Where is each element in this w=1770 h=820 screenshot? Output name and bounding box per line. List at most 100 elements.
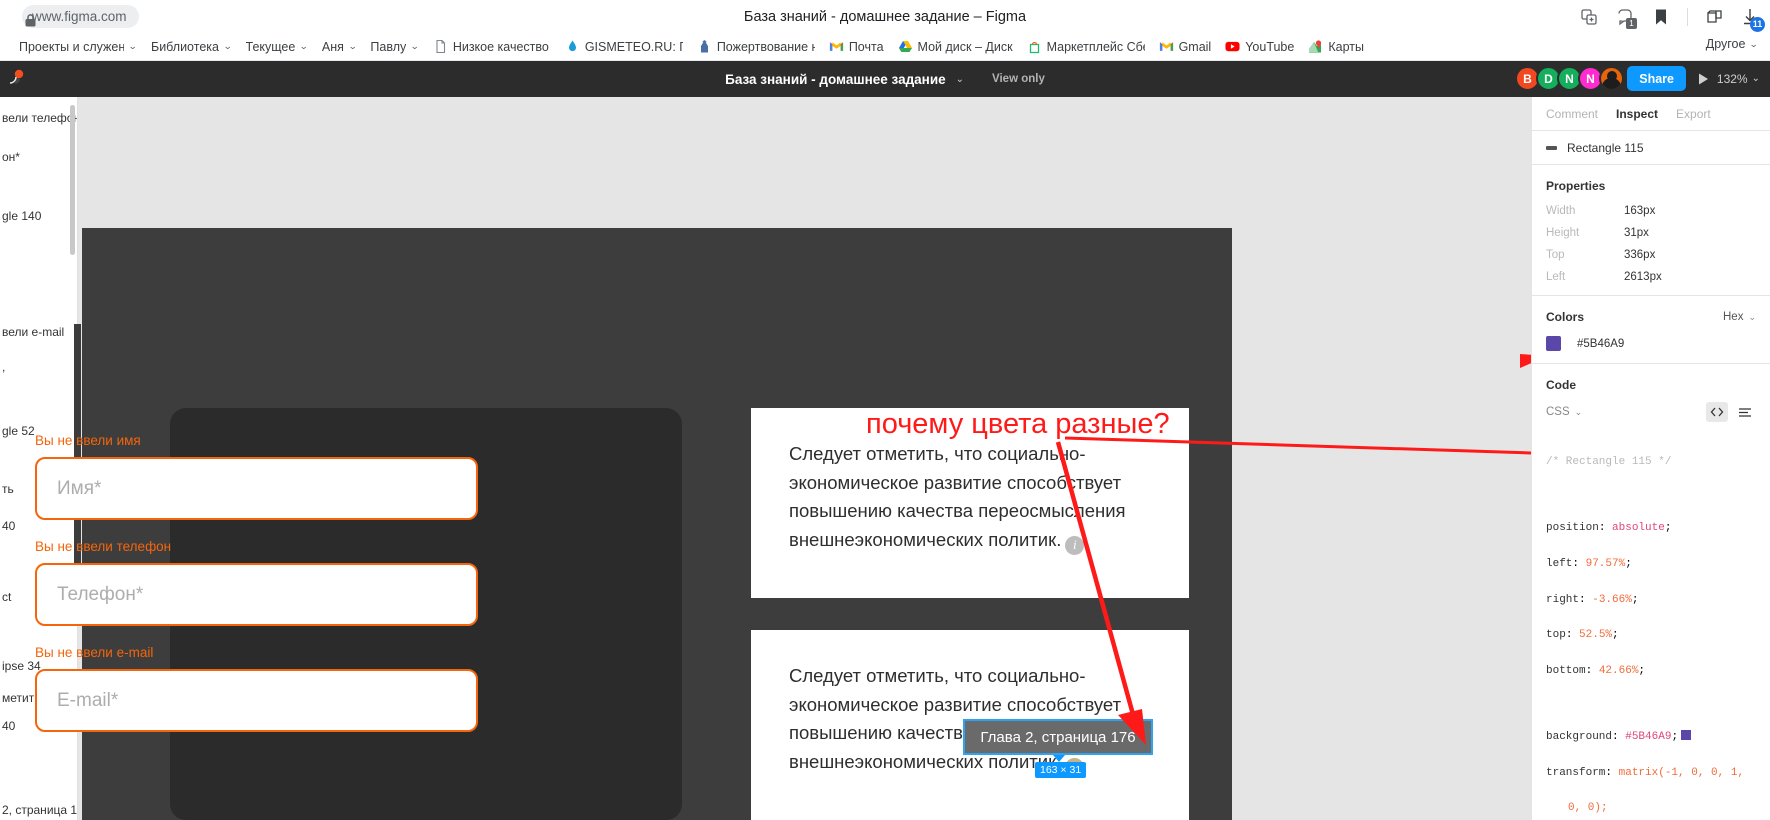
layer-row[interactable]: gle 140 (0, 209, 41, 223)
figma-file-title[interactable]: База знаний - домашнее задание (725, 72, 946, 87)
gdrive-icon (898, 39, 913, 54)
address-bar[interactable]: www.figma.com (22, 5, 139, 28)
bookmark-label: Пожертвование н (716, 39, 815, 54)
inspect-panel[interactable]: Comment Inspect Export Rectangle 115 Pro… (1531, 97, 1770, 820)
chevron-down-icon: ⌄ (347, 41, 358, 51)
layer-row[interactable]: ть (0, 482, 14, 496)
colors-title: Colors (1546, 310, 1585, 324)
info-icon[interactable]: i (1065, 535, 1085, 555)
avatar[interactable] (1599, 66, 1624, 91)
layer-row[interactable]: , (0, 360, 5, 374)
bookmark-label: Аня (321, 39, 344, 54)
code-view-button[interactable] (1706, 402, 1728, 422)
canvas-edge-dark-strip (74, 324, 81, 574)
email-input[interactable]: E-mail* (35, 669, 478, 732)
size-badge-tail (1053, 755, 1065, 762)
layer-row[interactable]: вели телефон (0, 111, 77, 125)
bookmark-item[interactable]: Библиотека ⌄ (144, 38, 239, 56)
selected-node-tooltip[interactable]: Глава 2, страница 176 (963, 719, 1153, 755)
tab-count-badge: 1 (1626, 17, 1637, 29)
tab-comment[interactable]: Comment (1546, 107, 1598, 121)
bookmark-item[interactable]: Текущее ⌄ (239, 38, 315, 56)
bookmark-item[interactable]: Павлу ⌄ (363, 38, 425, 56)
layer-row[interactable]: 40 (0, 719, 15, 733)
bookmark-item[interactable]: Пожертвование н (690, 37, 822, 56)
layer-row[interactable]: ipse 34 (0, 659, 41, 673)
bookmark-item[interactable]: GISMETEO.RU: По (558, 37, 690, 56)
figma-canvas[interactable]: вели телефон он* gle 140 вели e-mail , g… (0, 97, 1531, 820)
code-line: 0, 0); (1546, 800, 1756, 818)
code-prop: background (1546, 731, 1613, 744)
zoom-level-control[interactable]: 132% ⌄ (1717, 66, 1760, 91)
property-value[interactable]: 31px (1624, 227, 1649, 239)
text-card-body: Следует отметить, что социально-экономич… (789, 443, 1126, 551)
layer-row[interactable]: он* (0, 150, 20, 164)
name-input[interactable]: Имя* (35, 457, 478, 520)
code-line: left: 97.57%; (1546, 557, 1632, 570)
tab-inspect[interactable]: Inspect (1616, 107, 1658, 121)
zoom-level-value: 132% (1716, 71, 1748, 86)
downloads-icon[interactable]: 11 (1740, 7, 1765, 32)
color-row[interactable]: #5B46A9 (1546, 336, 1756, 351)
layer-row[interactable]: ct (0, 590, 11, 604)
tab-search-icon[interactable]: 1 (1615, 7, 1637, 29)
code-language-value: CSS (1546, 406, 1570, 418)
rectangle-icon (1546, 145, 1557, 150)
share-button[interactable]: Share (1627, 66, 1686, 91)
bookmark-item[interactable]: Почта (822, 37, 891, 56)
bookmark-star-icon[interactable] (1651, 7, 1671, 27)
property-value[interactable]: 2613px (1624, 271, 1662, 283)
bookmark-label: YouTube (1245, 39, 1295, 54)
bookmark-item[interactable]: Маркетплейс Сбер (1020, 37, 1152, 56)
bookmark-item[interactable]: Мой диск – Диск (891, 37, 1020, 56)
code-comment: /* Rectangle 115 */ (1546, 455, 1672, 468)
layer-row[interactable]: 2, страница 1… (0, 803, 77, 817)
bookmark-item[interactable]: YouTube (1218, 37, 1301, 56)
bookmark-item[interactable]: Карты (1301, 37, 1371, 56)
code-list-button[interactable] (1734, 402, 1756, 422)
tab-export[interactable]: Export (1676, 107, 1711, 121)
property-row: Left 2613px (1546, 271, 1756, 283)
other-bookmarks-button[interactable]: Другое ⌄ (1706, 37, 1759, 51)
code-line: background: #5B46A9; (1546, 729, 1756, 747)
chevron-down-icon: ⌄ (1751, 73, 1760, 84)
figma-logo-icon[interactable] (2, 65, 30, 93)
color-swatch[interactable] (1546, 336, 1561, 351)
property-key: Width (1546, 205, 1576, 217)
tab-groups-icon[interactable] (1579, 7, 1599, 27)
chevron-down-icon: ⌄ (223, 41, 233, 51)
selected-layer-row[interactable]: Rectangle 115 (1532, 131, 1770, 165)
bookmark-item[interactable]: Проекты и служение⌄ (12, 38, 144, 56)
code-prop: position (1546, 522, 1599, 535)
toolbar-divider (1687, 7, 1688, 26)
property-value[interactable]: 163px (1624, 205, 1655, 217)
code-val: 52.5% (1579, 629, 1613, 642)
bookmark-item[interactable]: Аня ⌄ (315, 38, 364, 56)
chevron-down-icon[interactable]: ⌄ (956, 74, 964, 85)
code-prop: transform (1546, 766, 1606, 779)
chevron-down-icon: ⌄ (410, 41, 420, 51)
church-icon (697, 39, 712, 54)
color-hex-value[interactable]: #5B46A9 (1577, 338, 1624, 350)
bookmark-item[interactable]: Низкое качество ( (426, 37, 558, 56)
layer-row[interactable]: gle 52 (0, 424, 35, 438)
bookmark-item[interactable]: Gmail (1152, 37, 1219, 56)
chevron-down-icon: ⌄ (1749, 38, 1759, 49)
layer-row[interactable]: 40 (0, 519, 15, 533)
code-block[interactable]: /* Rectangle 115 */ position: absolute; … (1532, 426, 1770, 820)
browser-action-icons: 1 11 (1579, 3, 1765, 32)
gmail-icon (829, 39, 844, 54)
present-play-icon[interactable] (1694, 70, 1712, 88)
bookmark-label: Карты (1328, 39, 1364, 54)
layers-panel-scrollbar[interactable] (70, 105, 75, 255)
color-format-dropdown[interactable]: Hex ⌄ (1723, 311, 1756, 323)
code-line: right: -3.66%; (1546, 593, 1639, 606)
extensions-icon[interactable] (1704, 7, 1724, 27)
email-error-label: Вы не ввели e-mail (35, 645, 154, 660)
property-value[interactable]: 336px (1624, 249, 1655, 261)
code-language-dropdown[interactable]: CSS ⌄ (1546, 406, 1582, 418)
bookmark-label: Мой диск – Диск (917, 39, 1013, 54)
phone-input[interactable]: Телефон* (35, 563, 478, 626)
bookmark-label: GISMETEO.RU: По (584, 39, 683, 54)
layer-row[interactable]: вели e-mail (0, 325, 64, 339)
